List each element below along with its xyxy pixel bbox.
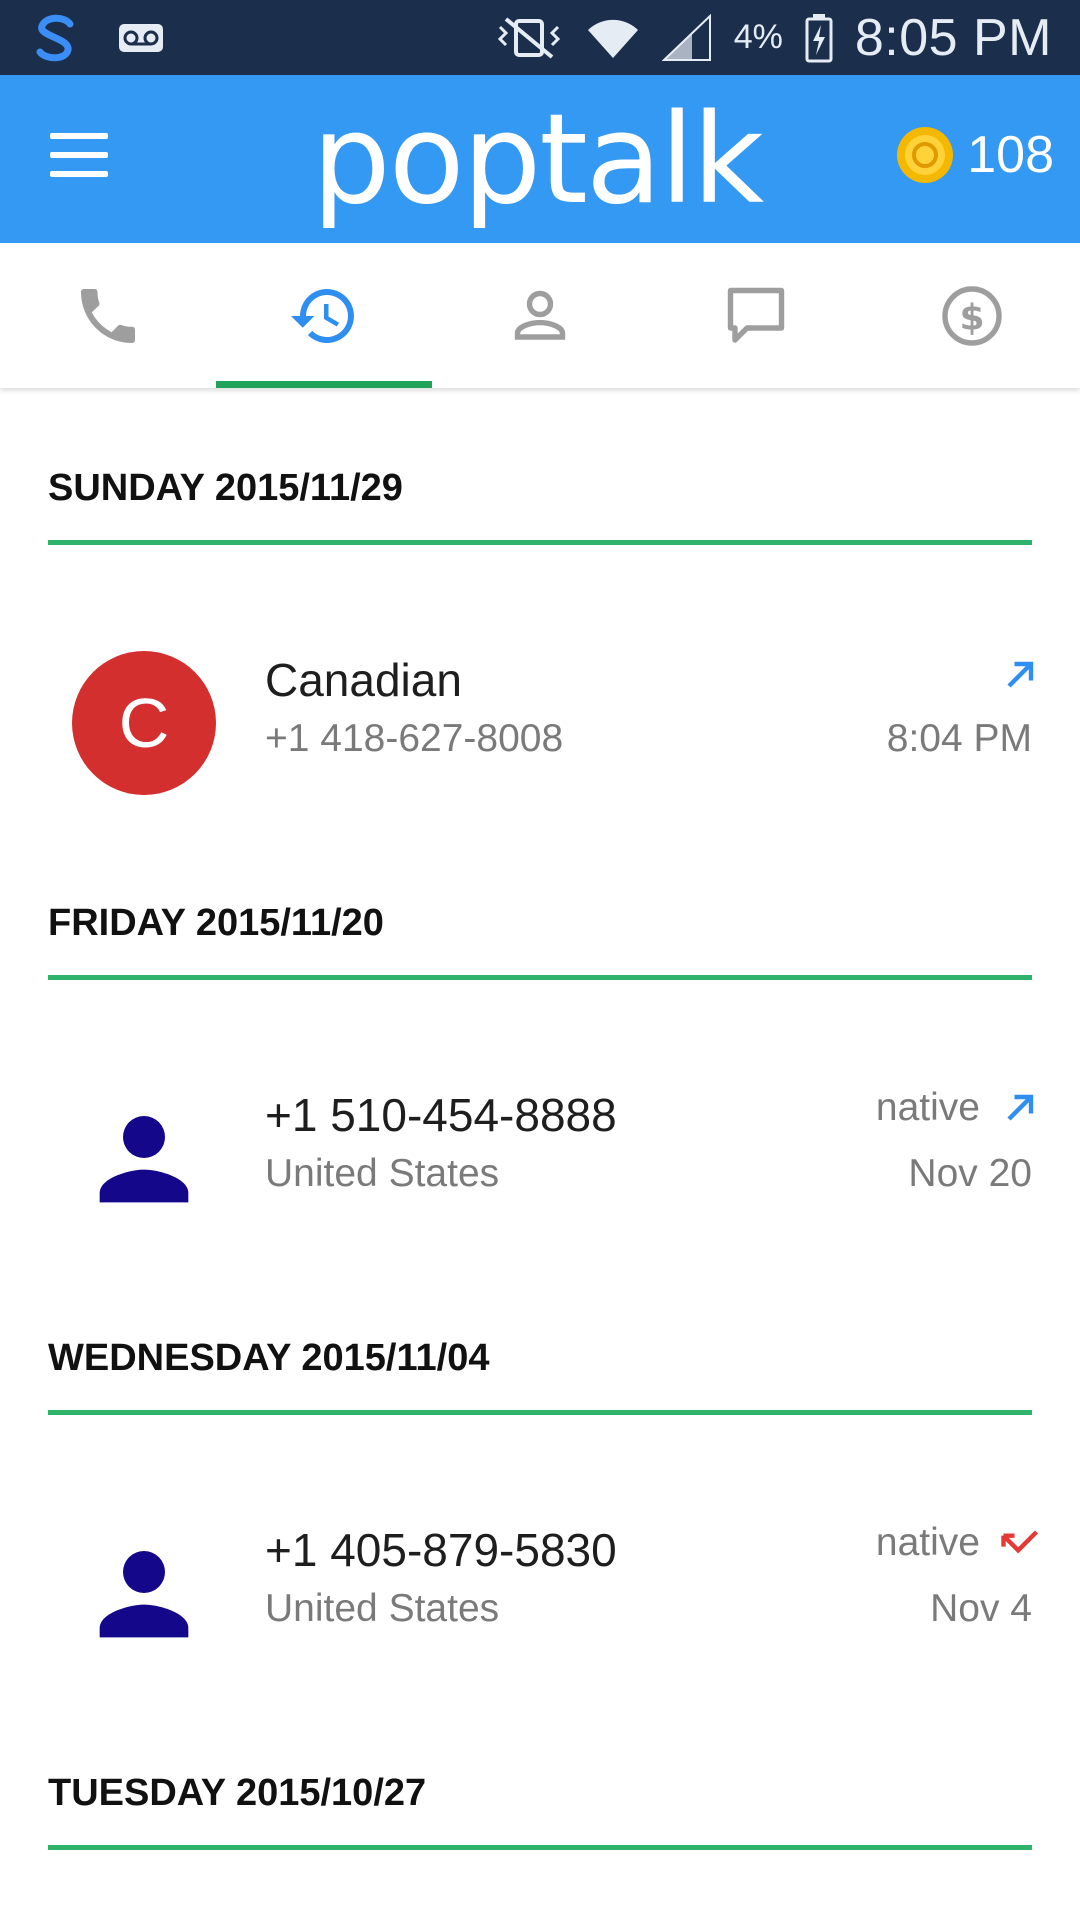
call-time: 8:04 PM bbox=[886, 717, 1032, 760]
tab-bar: $ bbox=[0, 243, 1080, 388]
date-header: TUESDAY 2015/10/27 bbox=[48, 1753, 1032, 1850]
person-icon bbox=[99, 1551, 189, 1638]
status-clock: 8:05 PM bbox=[854, 8, 1052, 67]
menu-icon bbox=[50, 133, 108, 139]
coin-count: 108 bbox=[967, 126, 1054, 184]
call-type-tag: native bbox=[875, 1086, 980, 1129]
vibrate-off-icon bbox=[497, 16, 560, 59]
outgoing-call-icon bbox=[1007, 661, 1034, 688]
history-icon bbox=[291, 288, 354, 343]
call-subtitle: United States bbox=[265, 1152, 500, 1195]
call-title: +1 510-454-8888 bbox=[265, 1089, 617, 1141]
person-icon bbox=[99, 1116, 189, 1203]
battery-percent: 4% bbox=[733, 18, 783, 56]
call-log-row[interactable]: +1 405-879-5830 United States native Nov… bbox=[0, 1503, 1080, 1683]
menu-button[interactable] bbox=[50, 133, 114, 185]
outgoing-call-icon bbox=[1007, 1094, 1034, 1121]
call-time: Nov 4 bbox=[930, 1587, 1032, 1630]
tab-contacts[interactable] bbox=[432, 243, 648, 388]
battery-charging-icon bbox=[805, 13, 833, 62]
avatar: C bbox=[72, 651, 216, 795]
svg-text:$: $ bbox=[959, 297, 984, 338]
phone-icon bbox=[81, 288, 135, 343]
call-log-row[interactable]: +1 510-454-8888 United States native Nov… bbox=[0, 1068, 1080, 1248]
call-title: +1 405-879-5830 bbox=[265, 1524, 617, 1576]
voicemail-icon bbox=[119, 24, 163, 52]
date-header: FRIDAY 2015/11/20 bbox=[48, 883, 1032, 980]
contacts-icon bbox=[514, 290, 566, 340]
missed-call-icon bbox=[1001, 1530, 1039, 1554]
tab-dialer[interactable] bbox=[0, 243, 216, 388]
date-header: WEDNESDAY 2015/11/04 bbox=[48, 1318, 1032, 1415]
call-subtitle: United States bbox=[265, 1587, 500, 1630]
call-time: Nov 20 bbox=[908, 1152, 1032, 1195]
coin-icon bbox=[897, 127, 954, 183]
tab-credits[interactable]: $ bbox=[864, 243, 1080, 388]
credits-icon: $ bbox=[942, 285, 1002, 346]
tab-history[interactable] bbox=[216, 243, 432, 388]
poptalk-logo: poptalk bbox=[312, 88, 764, 232]
call-subtitle: +1 418-627-8008 bbox=[265, 717, 564, 760]
call-type-tag: native bbox=[875, 1521, 980, 1564]
app-shield-icon bbox=[36, 14, 74, 62]
signal-icon bbox=[661, 13, 711, 61]
status-bar: 4% 8:05 PM bbox=[0, 0, 1080, 75]
date-header: SUNDAY 2015/11/29 bbox=[48, 448, 1032, 545]
messages-icon bbox=[727, 287, 785, 343]
tab-messages[interactable] bbox=[648, 243, 864, 388]
call-log-row[interactable]: C Canadian +1 418-627-8008 8:04 PM bbox=[0, 633, 1080, 813]
app-bar: poptalk 108 bbox=[0, 75, 1080, 243]
call-title: Canadian bbox=[265, 654, 462, 706]
wifi-icon bbox=[587, 19, 638, 58]
coin-balance[interactable]: 108 bbox=[895, 125, 1054, 185]
